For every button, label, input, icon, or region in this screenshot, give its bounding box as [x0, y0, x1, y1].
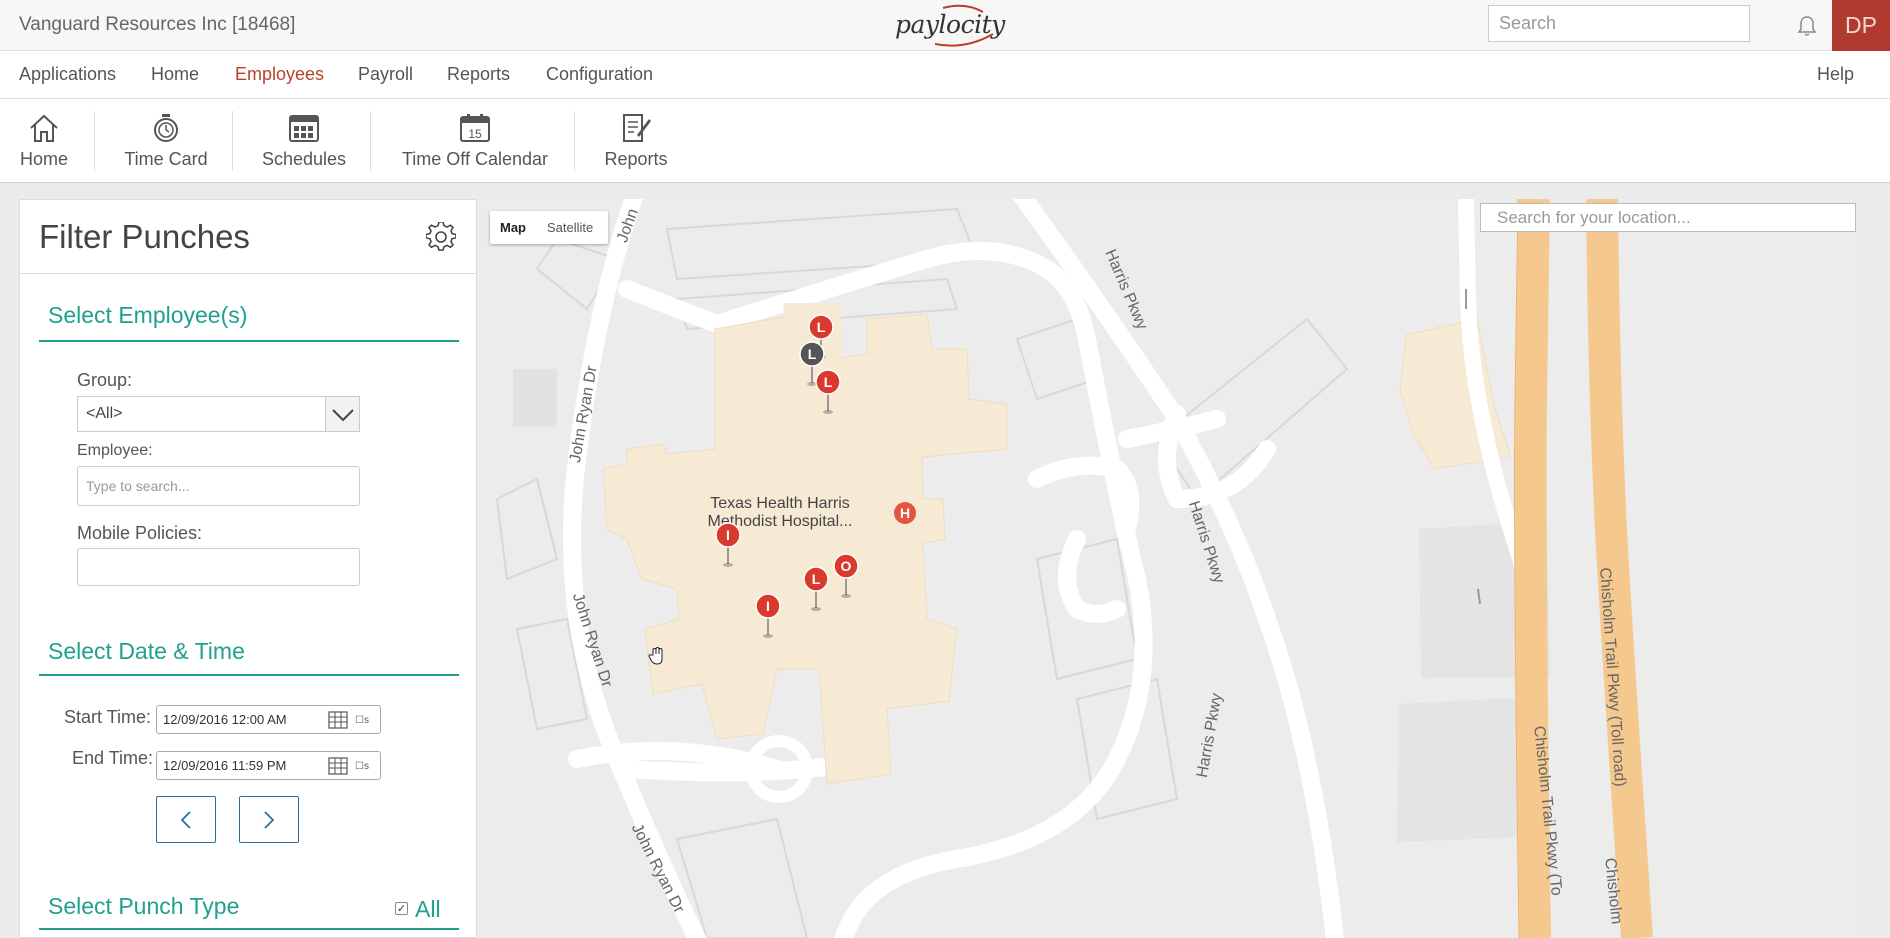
nav-help[interactable]: Help	[1817, 64, 1854, 85]
global-search-input[interactable]: Search	[1488, 5, 1750, 42]
toolbar-home-label: Home	[19, 149, 68, 169]
previous-day-button[interactable]	[156, 796, 216, 843]
toolbar-reports-button[interactable]: Reports	[599, 99, 673, 183]
nav-reports[interactable]: Reports	[447, 64, 510, 85]
chevron-down-icon	[332, 409, 354, 422]
punch-marker-letter: I	[766, 598, 770, 614]
chevron-right-icon	[264, 811, 275, 829]
calendar-icon: 15	[460, 114, 490, 142]
next-day-button[interactable]	[239, 796, 299, 843]
start-time-value: 12/09/2016 12:00 AM	[163, 712, 287, 727]
logo-text: paylocity	[895, 10, 1005, 39]
mobile-policies-input[interactable]	[77, 548, 360, 586]
toolbar-time-off-calendar-label: Time Off Calendar	[401, 149, 549, 169]
panel-title: Filter Punches	[39, 218, 250, 255]
calendar-day-text: 15	[468, 127, 482, 141]
report-icon	[623, 114, 651, 142]
chevron-left-icon	[180, 811, 191, 829]
group-select[interactable]: <All>	[77, 396, 360, 432]
toolbar-divider	[232, 111, 233, 171]
toolbar-time-card-button[interactable]: Time Card	[114, 99, 218, 183]
paylocity-logo[interactable]: paylocity	[895, 4, 1005, 48]
hand-cursor-icon	[648, 646, 663, 665]
end-time-label: End Time:	[72, 748, 154, 768]
punch-marker-i-icon[interactable]: I	[753, 593, 783, 639]
hospital-marker-letter: H	[900, 505, 910, 521]
punch-marker-letter: O	[841, 558, 852, 574]
time-picker-icon[interactable]: ☐s	[355, 715, 369, 726]
toolbar-divider	[94, 111, 95, 171]
select-punch-type-heading: Select Punch Type	[48, 893, 240, 919]
toolbar-time-off-calendar-button[interactable]: 15 Time Off Calendar	[397, 99, 553, 183]
punch-marker-l-icon[interactable]: L	[801, 566, 831, 612]
toolbar-divider	[370, 111, 371, 171]
employee-toolbar: Home Time Card Schedules 15 Time Off Cal…	[0, 99, 1890, 183]
hospital-marker-icon[interactable]: H	[893, 501, 917, 525]
punch-map[interactable]: John John Ryan Dr John Ryan Dr John Ryan…	[477, 199, 1862, 938]
time-picker-icon[interactable]: ☐s	[355, 761, 369, 772]
employee-label: Employee:	[77, 442, 153, 459]
punch-marker-o-icon[interactable]: O	[831, 553, 861, 599]
map-view-button[interactable]: Map	[500, 220, 526, 235]
punch-marker-l-icon[interactable]: L	[813, 369, 843, 415]
user-avatar[interactable]: DP	[1832, 0, 1890, 51]
punch-marker-letter: L	[824, 374, 833, 390]
filter-punches-panel: Filter Punches Select Employee(s) Group:…	[19, 199, 477, 938]
group-select-toggle[interactable]	[325, 397, 359, 431]
map-location-search-input[interactable]: Search for your location...	[1480, 203, 1856, 232]
calendar-picker-icon[interactable]	[328, 711, 348, 729]
toolbar-divider	[574, 111, 575, 171]
company-name: Vanguard Resources Inc [18468]	[19, 14, 296, 35]
end-time-value: 12/09/2016 11:59 PM	[163, 758, 287, 773]
notification-bell-icon[interactable]	[1795, 14, 1819, 38]
punch-type-all-label: All	[415, 896, 441, 922]
nav-configuration[interactable]: Configuration	[546, 64, 653, 85]
toolbar-schedules-label: Schedules	[261, 149, 347, 169]
nav-home[interactable]: Home	[151, 64, 199, 85]
mobile-policies-label: Mobile Policies:	[77, 523, 203, 543]
toolbar-schedules-button[interactable]: Schedules	[255, 99, 353, 183]
home-icon	[30, 114, 58, 142]
nav-payroll[interactable]: Payroll	[358, 64, 413, 85]
satellite-view-button[interactable]: Satellite	[547, 220, 593, 235]
stopwatch-icon	[154, 114, 178, 142]
gear-icon[interactable]	[426, 222, 456, 252]
end-time-field[interactable]: 12/09/2016 11:59 PM ☐s	[156, 751, 381, 780]
calendar-picker-icon[interactable]	[328, 757, 348, 775]
main-navigation: Applications Home Employees Payroll Repo…	[0, 51, 1890, 99]
map-canvas[interactable]	[477, 199, 1862, 938]
punch-marker-i-icon[interactable]: I	[713, 522, 743, 568]
nav-applications[interactable]: Applications	[19, 64, 116, 85]
checkbox-checked-icon[interactable]: ✓	[395, 902, 408, 915]
toolbar-time-card-label: Time Card	[124, 149, 208, 169]
punch-marker-letter: L	[817, 319, 826, 335]
select-date-time-heading: Select Date & Time	[48, 638, 245, 664]
select-employees-heading: Select Employee(s)	[48, 302, 248, 328]
section-underline	[39, 674, 459, 676]
group-label: Group:	[77, 370, 133, 390]
punch-marker-letter: L	[808, 346, 817, 362]
section-underline	[39, 928, 459, 930]
top-header: Vanguard Resources Inc [18468] paylocity…	[0, 0, 1890, 51]
schedule-grid-icon	[289, 115, 319, 142]
nav-employees[interactable]: Employees	[235, 64, 324, 85]
toolbar-reports-label: Reports	[604, 149, 668, 169]
group-select-value: <All>	[86, 405, 123, 422]
panel-divider	[20, 273, 476, 274]
employee-search-input[interactable]: Type to search...	[77, 466, 360, 506]
section-underline	[39, 340, 459, 342]
punch-marker-letter: I	[726, 527, 730, 543]
toolbar-home-button[interactable]: Home	[10, 99, 78, 183]
map-type-toggle: Map Satellite	[490, 211, 608, 244]
start-time-label: Start Time:	[64, 707, 152, 727]
punch-marker-letter: L	[812, 571, 821, 587]
start-time-field[interactable]: 12/09/2016 12:00 AM ☐s	[156, 705, 381, 734]
